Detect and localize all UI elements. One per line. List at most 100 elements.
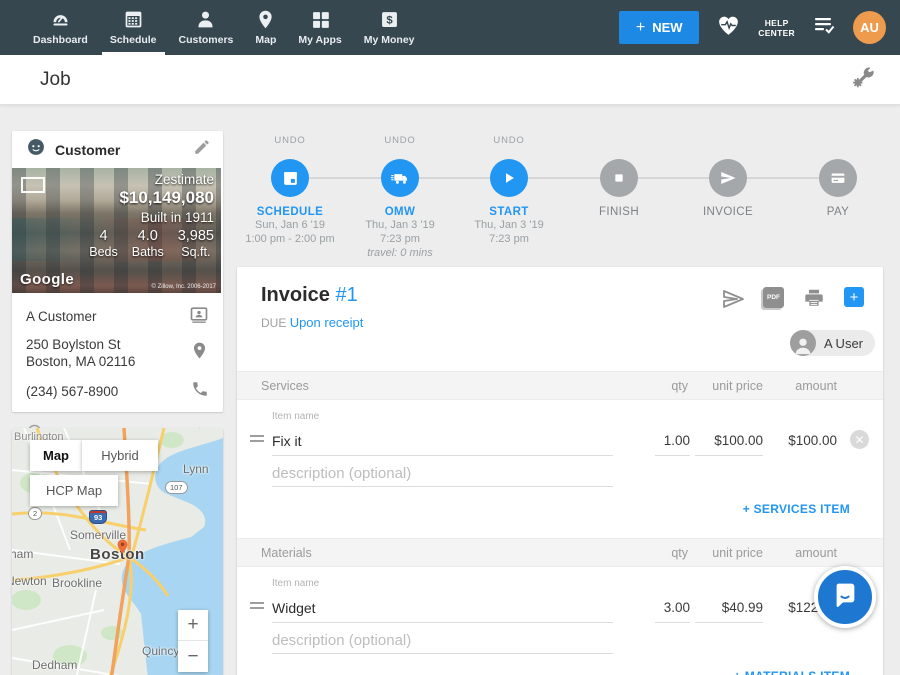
nav-label: Schedule [110,34,157,46]
timeline-step-schedule: UNDO SCHEDULE Sun, Jan 6 '19 1:00 pm - 2… [235,135,345,246]
job-location-pin[interactable] [114,538,131,560]
location-pin-icon[interactable] [190,341,209,365]
material-description-input[interactable] [272,628,613,654]
zoom-in-button[interactable]: + [178,610,208,641]
drag-handle[interactable] [250,602,264,612]
service-unit-price-input[interactable] [695,426,763,456]
service-qty-input[interactable] [655,426,690,456]
schedule-step-icon[interactable] [271,159,309,197]
phone-icon[interactable] [191,380,209,403]
service-description-input[interactable] [272,461,613,487]
send-invoice-icon[interactable] [721,287,745,316]
job-header-bar: Job [0,55,900,105]
job-settings-icon[interactable] [850,64,876,95]
invoice-number[interactable]: #1 [335,284,357,306]
route-107-shield: 107 [165,481,188,494]
new-button[interactable]: + NEW [619,11,699,44]
invoice-card: Invoice #1 PDF + DUE Upon receipt A User… [237,267,883,675]
edit-pencil-icon[interactable] [193,138,211,161]
map-type-button-map[interactable]: Map [30,440,82,471]
undo-link[interactable]: UNDO [235,135,345,149]
unit-price-column-header: unit price [712,379,763,393]
map-label-newton: Newton [12,574,47,588]
nav-item-my-money[interactable]: $ My Money [353,0,426,55]
map-type-button-hcp[interactable]: HCP Map [30,475,118,506]
customer-phone: (234) 567-8900 [26,383,118,400]
nav-label: My Apps [298,34,341,46]
qty-column-header: qty [671,379,688,393]
invoice-send-icon[interactable] [709,159,747,197]
omw-truck-icon[interactable] [381,159,419,197]
nav-label: My Money [364,34,415,46]
nav-item-customers[interactable]: Customers [168,0,245,55]
checklist-icon[interactable] [812,13,836,42]
amount-column-header: amount [795,379,837,393]
help-center-link[interactable]: HELP CENTER [758,18,795,38]
i93-shield: 93 [89,510,107,524]
print-icon[interactable] [803,287,825,314]
finish-stop-icon[interactable] [600,159,638,197]
qty-column-header: qty [671,546,688,560]
material-qty-input[interactable] [655,593,690,623]
due-terms-link[interactable]: Upon receipt [290,315,364,330]
undo-link[interactable]: UNDO [454,135,564,149]
step-label: SCHEDULE [235,206,345,218]
map-widget[interactable]: Burlington Lynn 107 2 93 Somerville ham … [12,428,223,675]
heart-pulse-icon[interactable] [716,13,741,43]
contact-card-icon[interactable] [189,304,209,329]
pdf-icon[interactable]: PDF [763,287,784,308]
invoice-title: Invoice #1 [261,284,358,307]
map-zoom-control: + − [178,610,208,672]
step-date: Sun, Jan 6 '19 [235,218,345,232]
property-photo[interactable]: Zestimate $10,149,080 Built in 1911 4Bed… [12,168,221,293]
step-label: OMW [345,206,455,218]
materials-title: Materials [261,546,312,560]
start-play-icon[interactable] [490,159,528,197]
service-amount: $100.00 [757,433,837,448]
customer-card-header: Customer [12,131,223,168]
step-time: 1:00 pm - 2:00 pm [235,232,345,246]
zoom-out-button[interactable]: − [178,641,208,672]
step-label: PAY [783,206,893,218]
step-label: INVOICE [673,206,783,218]
built-year: Built in 1911 [89,210,214,225]
undo-link[interactable]: UNDO [345,135,455,149]
service-name-input[interactable] [272,426,613,456]
map-type-button-hybrid[interactable]: Hybrid [82,440,158,471]
streetview-icon[interactable] [21,177,45,193]
user-avatar[interactable]: AU [853,11,886,44]
timeline-step-invoice: INVOICE [673,135,783,218]
timeline-step-omw: UNDO OMW Thu, Jan 3 '19 7:23 pm travel: … [345,135,455,260]
nav-item-dashboard[interactable]: Dashboard [22,0,99,55]
schedule-icon [123,9,144,30]
material-name-input[interactable] [272,593,613,623]
nav-item-schedule[interactable]: Schedule [99,0,168,55]
step-date: Thu, Jan 3 '19 [345,218,455,232]
step-time: 7:23 pm [454,232,564,246]
add-invoice-icon[interactable]: + [844,287,864,307]
remove-service-icon[interactable]: ✕ [850,430,869,449]
map-pin-icon [255,9,276,30]
plus-icon: + [636,19,645,37]
page-title: Job [40,69,71,91]
assignee-chip[interactable]: A User [790,330,875,356]
nav-item-map[interactable]: Map [244,0,287,55]
assignee-name: A User [824,336,863,351]
material-unit-price-input[interactable] [695,593,763,623]
nav-label: Customers [179,34,234,46]
step-label: START [454,206,564,218]
nav-right-cluster: + NEW HELP CENTER AU [619,0,900,55]
add-services-item-link[interactable]: + SERVICES ITEM [743,502,850,516]
pay-card-icon[interactable] [819,159,857,197]
step-date: Thu, Jan 3 '19 [454,218,564,232]
item-name-label: Item name [272,578,319,589]
step-travel: travel: 0 mins [345,246,455,260]
customer-name: A Customer [26,308,97,325]
drag-handle[interactable] [250,435,264,445]
route-2-shield: 2 [28,507,42,520]
nav-item-my-apps[interactable]: My Apps [287,0,352,55]
chat-fab-button[interactable] [814,566,876,628]
add-materials-item-link[interactable]: + MATERIALS ITEM [734,669,850,675]
step-time: 7:23 pm [345,232,455,246]
step-label: FINISH [564,206,674,218]
